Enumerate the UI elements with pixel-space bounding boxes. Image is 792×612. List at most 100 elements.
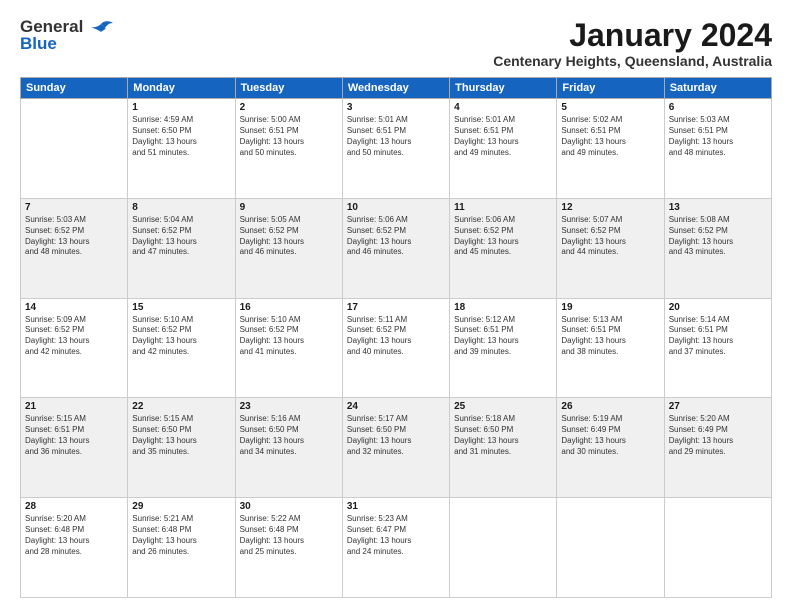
day-info: Sunrise: 5:19 AM Sunset: 6:49 PM Dayligh… (561, 414, 659, 457)
calendar-cell (557, 498, 664, 598)
day-number: 25 (454, 401, 552, 412)
calendar-cell: 4Sunrise: 5:01 AM Sunset: 6:51 PM Daylig… (450, 99, 557, 199)
calendar-subtitle: Centenary Heights, Queensland, Australia (493, 53, 772, 69)
calendar-cell: 6Sunrise: 5:03 AM Sunset: 6:51 PM Daylig… (664, 99, 771, 199)
calendar-page: General Blue January 2024 Centenary Heig… (0, 0, 792, 612)
calendar-cell: 23Sunrise: 5:16 AM Sunset: 6:50 PM Dayli… (235, 398, 342, 498)
calendar-table: SundayMondayTuesdayWednesdayThursdayFrid… (20, 77, 772, 598)
day-info: Sunrise: 5:03 AM Sunset: 6:51 PM Dayligh… (669, 115, 767, 158)
day-info: Sunrise: 5:09 AM Sunset: 6:52 PM Dayligh… (25, 315, 123, 358)
calendar-cell: 31Sunrise: 5:23 AM Sunset: 6:47 PM Dayli… (342, 498, 449, 598)
day-info: Sunrise: 5:20 AM Sunset: 6:49 PM Dayligh… (669, 414, 767, 457)
logo: General Blue (20, 18, 115, 52)
day-number: 7 (25, 202, 123, 213)
page-header: General Blue January 2024 Centenary Heig… (20, 18, 772, 69)
day-info: Sunrise: 5:06 AM Sunset: 6:52 PM Dayligh… (454, 215, 552, 258)
col-header-monday: Monday (128, 78, 235, 99)
day-info: Sunrise: 5:07 AM Sunset: 6:52 PM Dayligh… (561, 215, 659, 258)
day-number: 14 (25, 302, 123, 313)
day-number: 12 (561, 202, 659, 213)
calendar-header-row: SundayMondayTuesdayWednesdayThursdayFrid… (21, 78, 772, 99)
calendar-cell: 8Sunrise: 5:04 AM Sunset: 6:52 PM Daylig… (128, 198, 235, 298)
day-info: Sunrise: 5:18 AM Sunset: 6:50 PM Dayligh… (454, 414, 552, 457)
day-number: 31 (347, 501, 445, 512)
day-info: Sunrise: 5:03 AM Sunset: 6:52 PM Dayligh… (25, 215, 123, 258)
title-block: January 2024 Centenary Heights, Queensla… (493, 18, 772, 69)
calendar-cell: 7 Sunrise: 5:03 AM Sunset: 6:52 PM Daylig… (21, 198, 128, 298)
calendar-cell: 18Sunrise: 5:12 AM Sunset: 6:51 PM Dayli… (450, 298, 557, 398)
calendar-cell: 21 Sunrise: 5:15 AM Sunset: 6:51 PM Dayli… (21, 398, 128, 498)
day-info: Sunrise: 5:20 AM Sunset: 6:48 PM Dayligh… (25, 514, 123, 557)
day-number: 22 (132, 401, 230, 412)
calendar-cell: 30 Sunrise: 5:22 AM Sunset: 6:48 PM Dayli… (235, 498, 342, 598)
calendar-cell: 28 Sunrise: 5:20 AM Sunset: 6:48 PM Dayli… (21, 498, 128, 598)
day-info: Sunrise: 5:05 AM Sunset: 6:52 PM Dayligh… (240, 215, 338, 258)
logo-blue: Blue (20, 34, 57, 53)
day-number: 11 (454, 202, 552, 213)
calendar-cell: 20 Sunrise: 5:14 AM Sunset: 6:51 PM Dayli… (664, 298, 771, 398)
calendar-cell: 17Sunrise: 5:11 AM Sunset: 6:52 PM Dayli… (342, 298, 449, 398)
day-number: 15 (132, 302, 230, 313)
col-header-tuesday: Tuesday (235, 78, 342, 99)
day-number: 16 (240, 302, 338, 313)
day-info: Sunrise: 5:15 AM Sunset: 6:50 PM Dayligh… (132, 414, 230, 457)
day-info: Sunrise: 4:59 AM Sunset: 6:50 PM Dayligh… (132, 115, 230, 158)
calendar-cell: 12 Sunrise: 5:07 AM Sunset: 6:52 PM Dayli… (557, 198, 664, 298)
calendar-cell: 2 Sunrise: 5:00 AM Sunset: 6:51 PM Daylig… (235, 99, 342, 199)
day-info: Sunrise: 5:15 AM Sunset: 6:51 PM Dayligh… (25, 414, 123, 457)
col-header-thursday: Thursday (450, 78, 557, 99)
col-header-wednesday: Wednesday (342, 78, 449, 99)
calendar-cell (664, 498, 771, 598)
calendar-cell: 29 Sunrise: 5:21 AM Sunset: 6:48 PM Dayli… (128, 498, 235, 598)
calendar-cell: 9 Sunrise: 5:05 AM Sunset: 6:52 PM Daylig… (235, 198, 342, 298)
calendar-cell: 26 Sunrise: 5:19 AM Sunset: 6:49 PM Dayli… (557, 398, 664, 498)
calendar-cell: 15Sunrise: 5:10 AM Sunset: 6:52 PM Dayli… (128, 298, 235, 398)
day-info: Sunrise: 5:12 AM Sunset: 6:51 PM Dayligh… (454, 315, 552, 358)
day-info: Sunrise: 5:10 AM Sunset: 6:52 PM Dayligh… (240, 315, 338, 358)
calendar-cell: 1 Sunrise: 4:59 AM Sunset: 6:50 PM Daylig… (128, 99, 235, 199)
day-info: Sunrise: 5:00 AM Sunset: 6:51 PM Dayligh… (240, 115, 338, 158)
calendar-cell: 24 Sunrise: 5:17 AM Sunset: 6:50 PM Dayli… (342, 398, 449, 498)
calendar-cell: 10 Sunrise: 5:06 AM Sunset: 6:52 PM Dayli… (342, 198, 449, 298)
day-info: Sunrise: 5:01 AM Sunset: 6:51 PM Dayligh… (347, 115, 445, 158)
day-number: 3 (347, 102, 445, 113)
day-number: 8 (132, 202, 230, 213)
day-number: 9 (240, 202, 338, 213)
week-row-3: 14 Sunrise: 5:09 AM Sunset: 6:52 PM Dayli… (21, 298, 772, 398)
day-number: 29 (132, 501, 230, 512)
day-info: Sunrise: 5:17 AM Sunset: 6:50 PM Dayligh… (347, 414, 445, 457)
day-number: 13 (669, 202, 767, 213)
calendar-title: January 2024 (493, 18, 772, 53)
day-info: Sunrise: 5:14 AM Sunset: 6:51 PM Dayligh… (669, 315, 767, 358)
week-row-2: 7 Sunrise: 5:03 AM Sunset: 6:52 PM Daylig… (21, 198, 772, 298)
day-info: Sunrise: 5:22 AM Sunset: 6:48 PM Dayligh… (240, 514, 338, 557)
day-info: Sunrise: 5:21 AM Sunset: 6:48 PM Dayligh… (132, 514, 230, 557)
day-number: 1 (132, 102, 230, 113)
week-row-5: 28 Sunrise: 5:20 AM Sunset: 6:48 PM Dayli… (21, 498, 772, 598)
day-number: 21 (25, 401, 123, 412)
calendar-cell: 14 Sunrise: 5:09 AM Sunset: 6:52 PM Dayli… (21, 298, 128, 398)
calendar-cell: 3 Sunrise: 5:01 AM Sunset: 6:51 PM Daylig… (342, 99, 449, 199)
day-number: 5 (561, 102, 659, 113)
day-number: 26 (561, 401, 659, 412)
logo-bird-icon (87, 20, 115, 42)
calendar-cell: 5Sunrise: 5:02 AM Sunset: 6:51 PM Daylig… (557, 99, 664, 199)
calendar-cell (450, 498, 557, 598)
calendar-cell: 25 Sunrise: 5:18 AM Sunset: 6:50 PM Dayli… (450, 398, 557, 498)
calendar-cell: 19Sunrise: 5:13 AM Sunset: 6:51 PM Dayli… (557, 298, 664, 398)
day-info: Sunrise: 5:06 AM Sunset: 6:52 PM Dayligh… (347, 215, 445, 258)
day-number: 2 (240, 102, 338, 113)
day-info: Sunrise: 5:08 AM Sunset: 6:52 PM Dayligh… (669, 215, 767, 258)
day-number: 28 (25, 501, 123, 512)
day-number: 10 (347, 202, 445, 213)
calendar-cell: 27 Sunrise: 5:20 AM Sunset: 6:49 PM Dayli… (664, 398, 771, 498)
col-header-sunday: Sunday (21, 78, 128, 99)
day-number: 19 (561, 302, 659, 313)
day-number: 30 (240, 501, 338, 512)
calendar-cell: 22 Sunrise: 5:15 AM Sunset: 6:50 PM Dayli… (128, 398, 235, 498)
day-number: 24 (347, 401, 445, 412)
day-number: 20 (669, 302, 767, 313)
day-number: 27 (669, 401, 767, 412)
col-header-saturday: Saturday (664, 78, 771, 99)
day-info: Sunrise: 5:16 AM Sunset: 6:50 PM Dayligh… (240, 414, 338, 457)
